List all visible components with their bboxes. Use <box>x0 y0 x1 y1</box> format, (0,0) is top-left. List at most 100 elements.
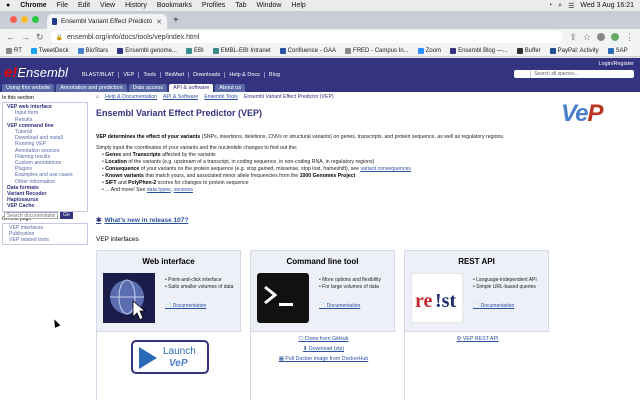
bookmark-item[interactable]: Ensembl genome... <box>117 47 177 54</box>
dockerhub-link[interactable]: ▦ Pull Docker image from DockerHub <box>251 354 396 364</box>
menu-tab[interactable]: Tab <box>235 2 246 9</box>
menu-bookmarks[interactable]: Bookmarks <box>157 2 192 9</box>
bookmark-item[interactable]: Confluence - GAA <box>279 47 336 54</box>
extension-icon[interactable] <box>597 33 605 41</box>
variant-consequences-link[interactable]: variant consequences <box>360 166 410 172</box>
wifi-icon[interactable]: ◔ <box>548 2 552 9</box>
menu-kebab-icon[interactable]: ⋮ <box>625 32 634 43</box>
github-link[interactable]: ⎔ Clone from GitHub <box>251 334 396 344</box>
nav-vep[interactable]: VEP <box>119 72 140 78</box>
url-text: ensembl.org/info/docs/tools/vep/index.ht… <box>67 33 200 41</box>
bookmark-star-icon[interactable]: ☆ <box>583 32 591 43</box>
menu-view[interactable]: View <box>100 2 115 9</box>
breadcrumb-api[interactable]: API & Software <box>163 94 198 100</box>
nav-downloads[interactable]: Downloads <box>189 72 226 78</box>
back-icon[interactable]: ← <box>6 32 15 42</box>
versions-link[interactable]: versions <box>174 187 193 193</box>
globe-click-icon[interactable] <box>103 273 155 323</box>
intro-simply: Simply input the coordinates of your var… <box>96 145 298 151</box>
profile-avatar[interactable] <box>611 33 619 41</box>
mac-menu-bar: ● Chrome File Edit View History Bookmark… <box>0 0 640 11</box>
cli-documentation-link[interactable]: Documentation <box>319 303 361 309</box>
clock[interactable]: Wed 3 Aug 16:21 <box>580 2 634 9</box>
bookmark-item[interactable]: EMBL-EBI Intranet <box>212 47 271 54</box>
menu-edit[interactable]: Edit <box>78 2 90 9</box>
address-bar[interactable]: 🔒 ensembl.org/info/docs/tools/vep/index.… <box>49 31 564 43</box>
bookmark-item[interactable]: FRED - Campus In... <box>345 47 409 54</box>
subtab-using-this-website[interactable]: Using this website <box>2 84 55 92</box>
bookmark-item[interactable]: BioStars <box>77 47 108 54</box>
apple-icon[interactable]: ● <box>6 2 10 9</box>
rest-logo-icon[interactable]: re !st <box>411 273 463 323</box>
control-center-icon[interactable]: ☰ <box>568 2 574 10</box>
species-search-box[interactable]: Search all species... <box>514 70 634 78</box>
data-types-link[interactable]: data types <box>147 187 171 193</box>
launch-vep-button[interactable]: Launch VeP <box>131 340 209 374</box>
main-nav: BLAST/BLAT VEP Tools BioMart Downloads H… <box>78 72 284 78</box>
web-interface-card: Web interface Point-and-click interfaceS… <box>96 250 242 400</box>
breadcrumb-help[interactable]: Help & Documentation <box>105 94 157 100</box>
intro-text: VEP determines the effect of your varian… <box>96 134 566 194</box>
menu-history[interactable]: History <box>125 2 147 9</box>
feature-bullets: Genes and Transcripts affected by the va… <box>102 152 566 187</box>
menu-window[interactable]: Window <box>257 2 282 9</box>
left-sidebar: In this section VEP web interface Input f… <box>0 94 90 400</box>
nav-blog[interactable]: Blog <box>265 72 284 78</box>
share-icon[interactable]: ⇪ <box>569 32 577 43</box>
doc-search-input[interactable] <box>4 212 58 219</box>
search-icon[interactable]: ⌕ <box>558 2 562 10</box>
reload-icon[interactable]: ↻ <box>36 32 44 43</box>
menu-app-name[interactable]: Chrome <box>20 2 46 9</box>
bookmark-item[interactable]: Zoom <box>417 47 441 54</box>
bookmark-item[interactable]: Ensembl Blog —... <box>450 47 508 54</box>
lock-icon[interactable]: 🔒 <box>56 34 63 41</box>
zoom-window-icon[interactable] <box>32 16 39 23</box>
on-this-page-item[interactable]: VEP related tools <box>9 237 87 243</box>
bookmark-item[interactable]: RT <box>6 47 22 54</box>
card-title: REST API <box>458 257 495 266</box>
bookmark-item[interactable]: SAP <box>607 47 628 54</box>
browser-tab[interactable]: Ensembl Variant Effect Predicto ✕ <box>47 14 167 29</box>
download-zip-link[interactable]: ⬇ Download (zip) <box>251 344 396 354</box>
search-dropdown-icon[interactable] <box>517 70 531 78</box>
whats-new-link[interactable]: ✱ What's new in release 107? <box>96 216 188 224</box>
web-documentation-link[interactable]: Documentation <box>165 303 207 309</box>
login-register-link[interactable]: Login/Register <box>599 61 634 67</box>
browser-toolbar: ← → ↻ 🔒 ensembl.org/info/docs/tools/vep/… <box>0 29 640 45</box>
menu-file[interactable]: File <box>57 2 68 9</box>
terminal-icon[interactable] <box>257 273 309 323</box>
bookmark-favicon-icon <box>185 47 192 54</box>
sidebar-item[interactable]: VEP Cache <box>7 203 87 209</box>
forward-icon[interactable]: → <box>21 32 30 42</box>
vep-rest-api-link[interactable]: ⚙ VEP REST API <box>405 334 550 344</box>
minimize-window-icon[interactable] <box>21 16 28 23</box>
rest-documentation-link[interactable]: Documentation <box>473 303 515 309</box>
subtab-annotation-and-prediction[interactable]: Annotation and prediction <box>56 84 127 92</box>
nav-help-docs[interactable]: Help & Docs <box>225 72 265 78</box>
feature-bullet: Location of the variants (e.g. upstream … <box>102 159 566 166</box>
breadcrumb-tools[interactable]: Ensembl Tools <box>204 94 238 100</box>
close-tab-icon[interactable]: ✕ <box>156 18 162 26</box>
bookmark-item[interactable]: Buffer <box>516 47 541 54</box>
subtab-data-access[interactable]: Data access <box>128 84 167 92</box>
subtab-about-us[interactable]: About us <box>215 84 246 92</box>
close-window-icon[interactable] <box>10 16 17 23</box>
menu-help[interactable]: Help <box>291 2 305 9</box>
feature-bullet: Genes and Transcripts affected by the va… <box>102 152 566 159</box>
page-title: Ensembl Variant Effect Predictor (VEP) <box>96 108 263 118</box>
bookmark-item[interactable]: EBI <box>185 47 204 54</box>
doc-search-go-button[interactable]: Go <box>60 212 73 219</box>
star-icon: ✱ <box>96 217 102 224</box>
home-icon[interactable]: ⌂ <box>96 94 99 100</box>
ensembl-logo[interactable]: e!Ensembl <box>4 64 68 81</box>
nav-biomart[interactable]: BioMart <box>161 72 190 78</box>
subtab-api-software[interactable]: API & software <box>168 84 214 92</box>
on-this-page-list: VEP interfaces Publication VEP related too… <box>2 222 88 246</box>
new-tab-icon[interactable]: + <box>167 15 179 29</box>
menu-profiles[interactable]: Profiles <box>202 2 225 9</box>
bookmark-item[interactable]: PayPal: Activity <box>549 47 599 54</box>
bookmark-item[interactable]: TweetDeck <box>30 47 69 54</box>
nav-blast[interactable]: BLAST/BLAT <box>78 72 120 78</box>
svg-text:re: re <box>415 290 433 312</box>
nav-tools[interactable]: Tools <box>139 72 162 78</box>
